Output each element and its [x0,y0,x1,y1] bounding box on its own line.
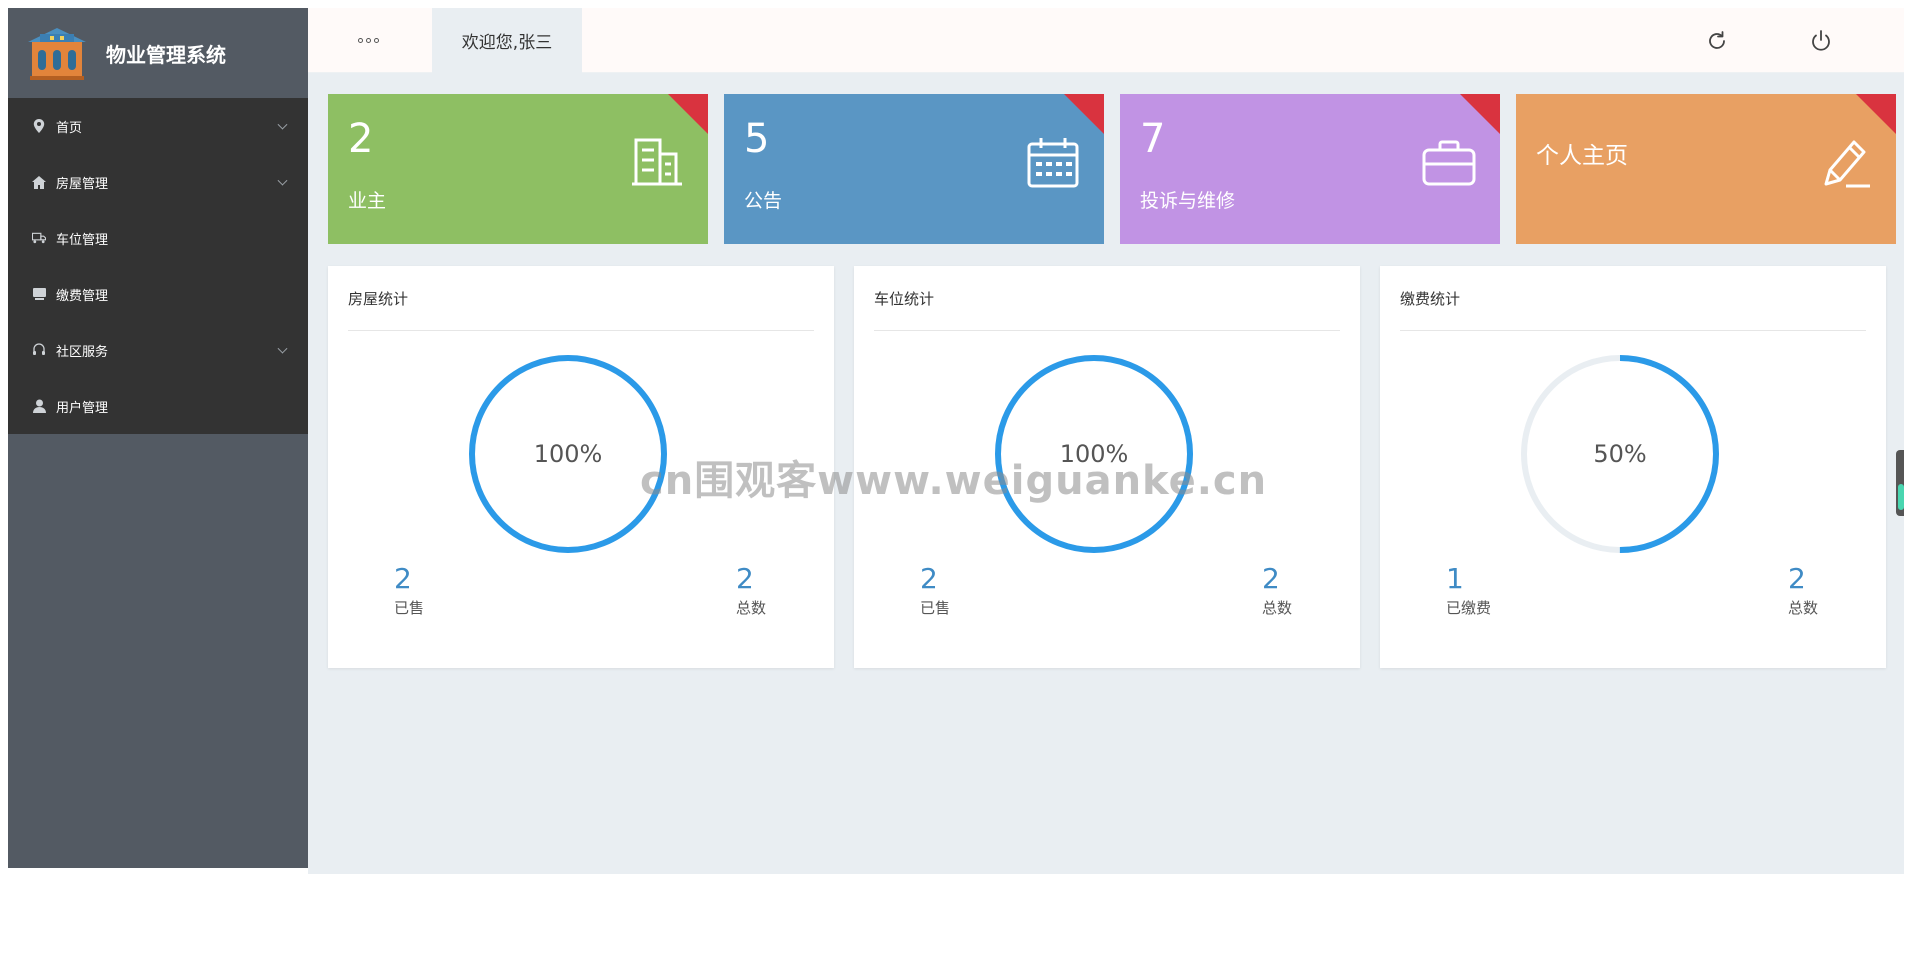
sidebar: 物业管理系统 首页 房屋管理 车位管理 缴费管理 社区服务 用户管理 [8,8,308,868]
power-icon[interactable] [1808,28,1834,54]
app-root: 物业管理系统 首页 房屋管理 车位管理 缴费管理 社区服务 用户管理 欢迎您,张… [8,8,1904,874]
watermark-text: cn围观客www.weiguanke.cn [640,458,1268,504]
sidebar-item-community[interactable]: 社区服务 [8,322,308,378]
stat-value: 2 [736,562,754,595]
corner-ribbon [1064,94,1104,134]
corner-ribbon [1460,94,1500,134]
stat-label: 已缴费 [1446,599,1492,617]
stat-value: 2 [1262,562,1280,595]
divider [1400,330,1866,331]
stat-value: 2 [394,562,412,595]
user-icon [32,399,46,413]
card-complaints[interactable]: 7 投诉与维修 [1120,94,1500,244]
stat-cards: 2 业主 5 公告 7 投诉与维修 个人主页 [328,94,1896,244]
home-icon [32,175,46,189]
headset-icon [32,343,46,357]
chevron-down-icon [277,175,288,186]
building-icon [632,138,682,186]
progress-percent: 50% [1593,440,1647,468]
stat-sold: 2 已售 [920,562,950,618]
stat-label: 已售 [920,599,951,617]
corner-ribbon [1856,94,1896,134]
sidebar-item-payment[interactable]: 缴费管理 [8,266,308,322]
card-value: 5 [744,116,770,162]
stat-value: 2 [920,562,938,595]
sidebar-item-house[interactable]: 房屋管理 [8,154,308,210]
sidebar-item-label: 用户管理 [56,400,109,416]
panel-title: 房屋统计 [348,290,409,308]
card-value: 7 [1140,116,1166,162]
refresh-icon[interactable] [1704,28,1730,54]
card-notices[interactable]: 5 公告 [724,94,1104,244]
card-label: 个人主页 [1536,143,1628,169]
card-profile[interactable]: 个人主页 [1516,94,1896,244]
card-label: 投诉与维修 [1140,190,1236,212]
briefcase-icon [1422,140,1476,186]
chevron-down-icon [277,119,288,130]
card-value: 2 [348,116,374,162]
pencil-icon [1824,140,1870,188]
panel-title: 车位统计 [874,290,935,308]
main-content: 欢迎您,张三 2 业主 5 公告 7 投诉与维修 个人主页 房屋统计 100% … [308,8,1904,874]
truck-icon [32,231,46,245]
card-label: 业主 [348,190,387,212]
sidebar-item-label: 缴费管理 [56,288,109,304]
panel-title: 缴费统计 [1400,290,1461,308]
stat-total: 2 总数 [1788,562,1818,618]
divider [874,330,1340,331]
stat-label: 总数 [1788,599,1819,617]
sidebar-item-home[interactable]: 首页 [8,98,308,154]
more-dots-icon[interactable] [358,34,388,46]
sidebar-item-label: 社区服务 [56,344,109,360]
panel-payment-stats: 缴费统计 50% 1 已缴费 2 总数 [1380,266,1886,668]
divider [348,330,814,331]
sidebar-item-label: 车位管理 [56,232,109,248]
logo-icon [28,28,86,80]
card-icon [32,287,46,301]
sidebar-item-users[interactable]: 用户管理 [8,378,308,434]
sidebar-item-label: 房屋管理 [56,176,109,192]
stat-total: 2 总数 [1262,562,1292,618]
card-owners[interactable]: 2 业主 [328,94,708,244]
logo-bar: 物业管理系统 [8,8,308,98]
app-title: 物业管理系统 [106,42,226,67]
tab-welcome[interactable]: 欢迎您,张三 [432,8,582,73]
stat-value: 1 [1446,562,1464,595]
card-label: 公告 [744,190,783,212]
chevron-down-icon [277,343,288,354]
corner-ribbon [668,94,708,134]
sidebar-menu: 首页 房屋管理 车位管理 缴费管理 社区服务 用户管理 [8,98,308,434]
location-pin-icon [32,119,46,133]
stat-total: 2 总数 [736,562,766,618]
top-header: 欢迎您,张三 [308,8,1904,73]
stat-label: 已售 [394,599,425,617]
stat-value: 2 [1788,562,1806,595]
sidebar-item-label: 首页 [56,120,83,136]
calendar-icon [1027,138,1079,188]
stat-sold: 2 已售 [394,562,424,618]
progress-percent: 100% [533,440,603,468]
sidebar-item-parking[interactable]: 车位管理 [8,210,308,266]
stat-label: 总数 [736,599,767,617]
scrollbar-handle[interactable] [1896,450,1904,516]
stat-label: 总数 [1262,599,1293,617]
stat-paid: 1 已缴费 [1446,562,1491,618]
